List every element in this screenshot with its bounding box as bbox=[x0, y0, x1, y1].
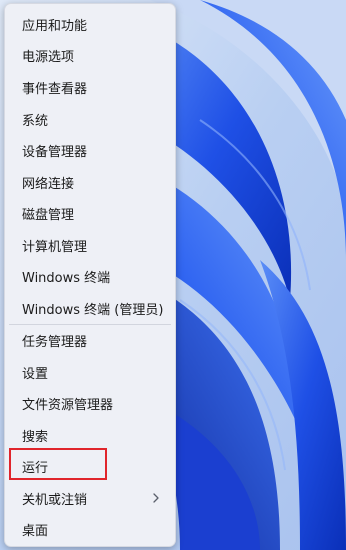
menu-item-device-manager[interactable]: 设备管理器 bbox=[5, 135, 175, 166]
menu-item-disk-management[interactable]: 磁盘管理 bbox=[5, 198, 175, 229]
menu-item-label: 磁盘管理 bbox=[22, 208, 75, 223]
menu-item-power-options[interactable]: 电源选项 bbox=[5, 40, 175, 71]
menu-item-label: 桌面 bbox=[22, 524, 49, 539]
run-highlight-box bbox=[9, 448, 107, 480]
menu-item-label: 网络连接 bbox=[22, 177, 75, 192]
menu-item-computer-management[interactable]: 计算机管理 bbox=[5, 230, 175, 261]
menu-item-search[interactable]: 搜索 bbox=[5, 420, 175, 451]
menu-item-label: Windows 终端 bbox=[22, 271, 111, 286]
menu-item-label: 关机或注销 bbox=[22, 493, 88, 508]
menu-item-apps-features[interactable]: 应用和功能 bbox=[5, 9, 175, 40]
chevron-right-icon bbox=[153, 493, 159, 503]
menu-item-label: 搜索 bbox=[22, 430, 49, 445]
menu-item-label: 系统 bbox=[22, 114, 49, 129]
menu-item-label: 计算机管理 bbox=[22, 240, 88, 255]
menu-item-label: 设备管理器 bbox=[22, 145, 88, 160]
menu-item-label: 应用和功能 bbox=[22, 19, 88, 34]
menu-item-event-viewer[interactable]: 事件查看器 bbox=[5, 72, 175, 103]
menu-item-label: 任务管理器 bbox=[22, 335, 88, 350]
menu-item-shutdown-signout[interactable]: 关机或注销 bbox=[5, 483, 175, 514]
menu-item-label: 事件查看器 bbox=[22, 82, 88, 97]
menu-item-desktop[interactable]: 桌面 bbox=[5, 514, 175, 545]
menu-item-system[interactable]: 系统 bbox=[5, 104, 175, 135]
menu-item-windows-terminal-admin[interactable]: Windows 终端 (管理员) bbox=[5, 293, 175, 324]
menu-item-label: Windows 终端 (管理员) bbox=[22, 303, 164, 318]
menu-item-windows-terminal[interactable]: Windows 终端 bbox=[5, 261, 175, 292]
menu-item-task-manager[interactable]: 任务管理器 bbox=[5, 325, 175, 356]
menu-item-file-explorer[interactable]: 文件资源管理器 bbox=[5, 388, 175, 419]
menu-item-label: 文件资源管理器 bbox=[22, 398, 114, 413]
menu-item-network-connections[interactable]: 网络连接 bbox=[5, 167, 175, 198]
menu-item-label: 电源选项 bbox=[22, 50, 75, 65]
menu-item-settings[interactable]: 设置 bbox=[5, 357, 175, 388]
menu-item-label: 设置 bbox=[22, 367, 49, 382]
